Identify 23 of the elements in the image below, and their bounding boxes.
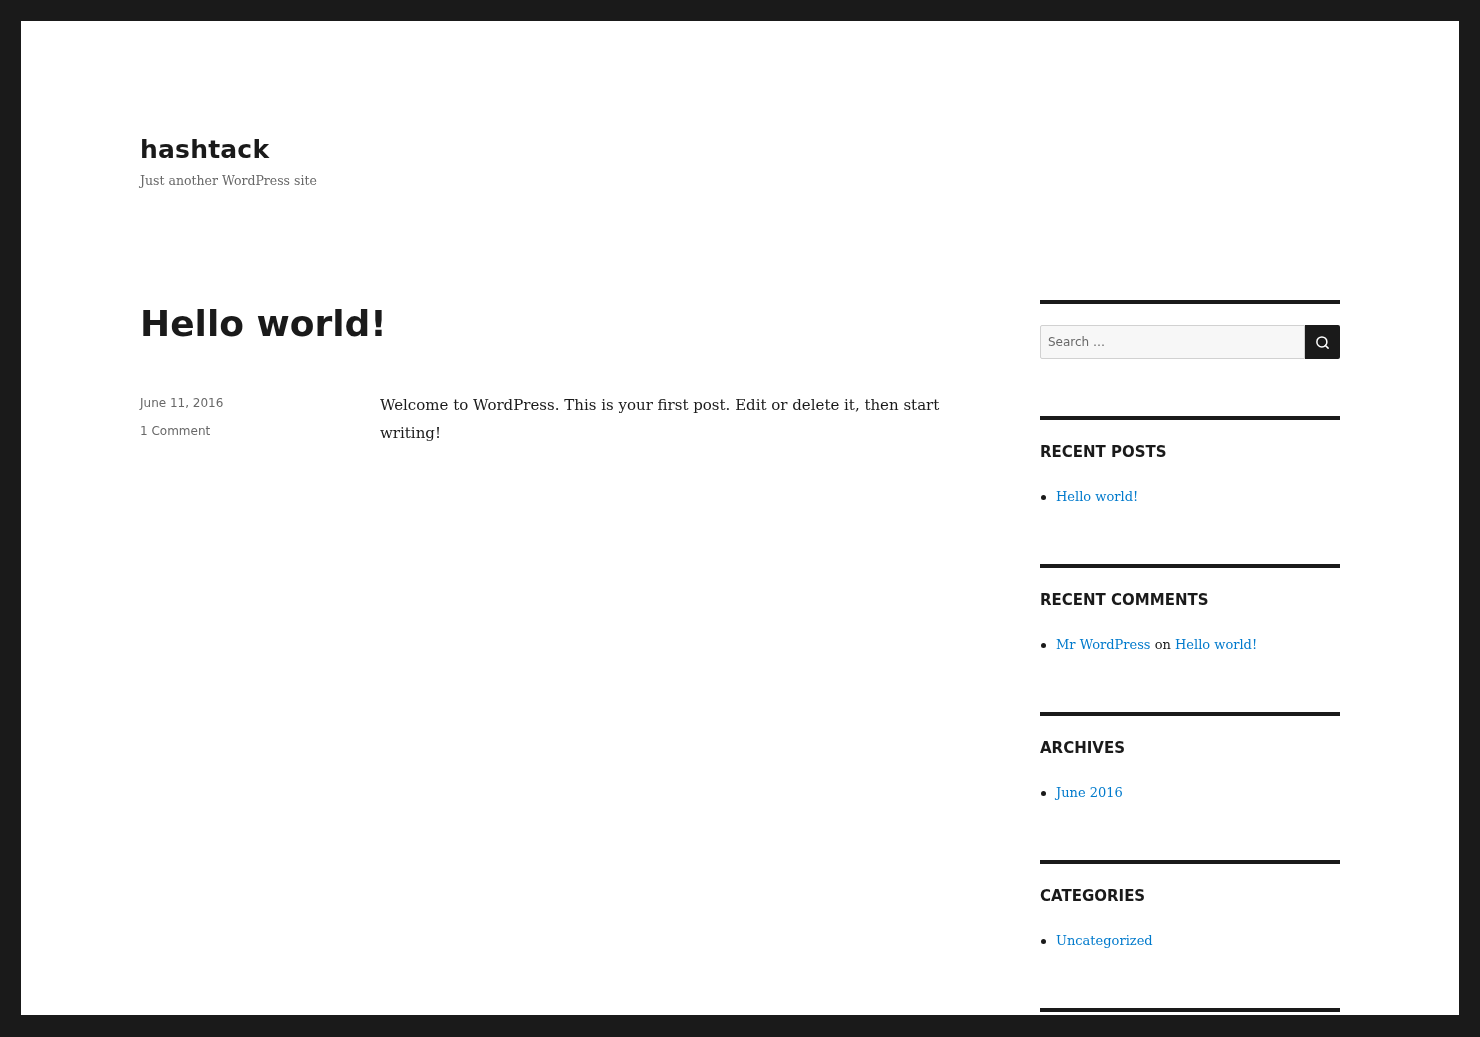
sidebar-link[interactable]: Uncategorized [1056, 930, 1153, 952]
site-tagline: Just another WordPress site [140, 172, 317, 190]
sidebar-link[interactable]: Mr WordPress [1056, 637, 1151, 652]
comment-entry: Mr WordPress on Hello world! [1056, 636, 1258, 654]
sidebar-link[interactable]: Hello world! [1056, 486, 1139, 508]
widget-heading: RECENT POSTS [1040, 442, 1167, 462]
search-icon [1315, 334, 1330, 350]
post-date[interactable]: June 11, 2016 [140, 393, 224, 413]
post-title[interactable]: Hello world! [140, 300, 387, 348]
sidebar-link[interactable]: June 2016 [1056, 782, 1123, 804]
search-field[interactable]: Search … [1040, 325, 1305, 359]
site-title[interactable]: hashtack [140, 134, 270, 166]
widget-heading: ARCHIVES [1040, 738, 1125, 758]
post-body: Welcome to WordPress. This is your first post. Edit or delete it, then start writing! [380, 395, 941, 444]
bullet-icon [1041, 642, 1046, 648]
widget-heading: RECENT COMMENTS [1040, 590, 1209, 610]
bullet-icon [1041, 494, 1046, 500]
sidebar-link[interactable]: Hello world! [1175, 637, 1258, 652]
search-button[interactable] [1305, 325, 1340, 359]
widget-heading: CATEGORIES [1040, 886, 1146, 906]
bullet-icon [1041, 790, 1046, 796]
comments-link[interactable]: 1 Comment [140, 421, 211, 441]
bullet-icon [1041, 938, 1046, 944]
